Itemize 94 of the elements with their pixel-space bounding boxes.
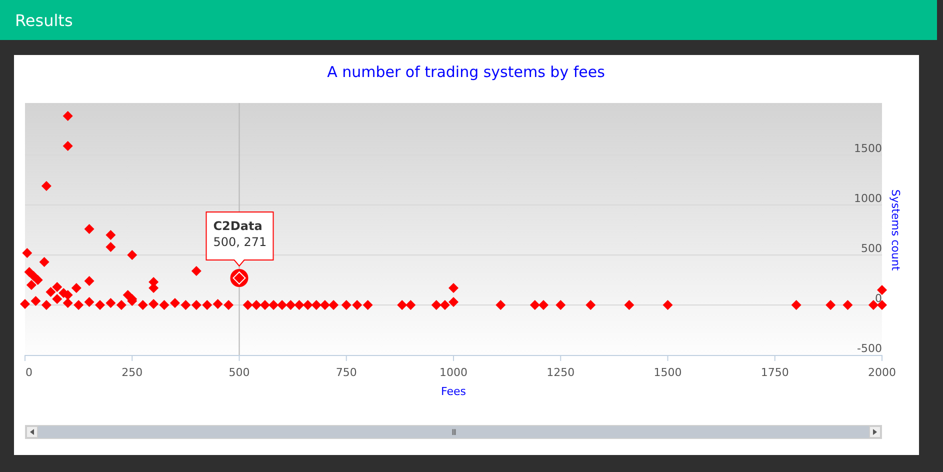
- data-point: [397, 300, 408, 310]
- data-point: [52, 282, 62, 292]
- data-point: [286, 300, 296, 310]
- data-point: [302, 300, 313, 310]
- data-point: [62, 141, 73, 151]
- data-point: [242, 300, 253, 310]
- data-point: [74, 300, 84, 310]
- data-point: [106, 242, 116, 252]
- data-point: [116, 300, 126, 310]
- scroll-grip[interactable]: III: [451, 428, 456, 436]
- data-point: [791, 300, 802, 310]
- data-point: [877, 285, 887, 295]
- x-tick-label: 250: [122, 366, 143, 379]
- y-tick-label: 1000: [854, 192, 882, 205]
- data-point: [496, 300, 506, 310]
- data-point: [826, 300, 836, 310]
- tooltip-value: 500, 271: [213, 235, 267, 249]
- data-point: [180, 300, 191, 310]
- data-point: [148, 283, 159, 293]
- data-point: [320, 300, 330, 310]
- data-point: [448, 297, 458, 307]
- data-point: [341, 300, 352, 310]
- x-tick-label: 500: [228, 366, 250, 379]
- data-point: [22, 248, 32, 258]
- x-tick-label: 1250: [546, 366, 575, 379]
- x-axis-title: Fees: [441, 385, 466, 398]
- chart-title: A number of trading systems by fees: [327, 63, 605, 81]
- data-point: [624, 300, 634, 310]
- data-point: [556, 300, 566, 310]
- data-point: [277, 300, 288, 310]
- data-point: [311, 300, 322, 310]
- data-point: [260, 300, 270, 310]
- x-tick-label: 750: [336, 366, 357, 379]
- scroll-right-icon[interactable]: [868, 426, 881, 438]
- data-point: [842, 300, 853, 310]
- data-point: [159, 300, 170, 310]
- data-point: [52, 294, 62, 304]
- data-point: [224, 300, 234, 310]
- y-tick-label: 0: [875, 292, 882, 305]
- data-point: [84, 297, 94, 307]
- x-tick-label: 1500: [654, 366, 682, 379]
- data-point: [39, 257, 50, 267]
- data-point: [406, 300, 416, 310]
- y-axis-title: Systems count: [889, 189, 902, 271]
- data-point: [538, 300, 548, 310]
- data-point: [191, 266, 202, 276]
- data-point: [41, 181, 52, 191]
- data-point: [71, 283, 82, 293]
- data-point: [251, 300, 262, 310]
- x-tick-label: 2000: [868, 366, 896, 379]
- data-point: [268, 300, 279, 310]
- data-point: [448, 283, 458, 293]
- data-point: [106, 230, 116, 240]
- data-point: [127, 250, 138, 260]
- data-point: [26, 280, 36, 290]
- tooltip-series: C2Data: [213, 219, 262, 233]
- x-tick-label: 0: [26, 366, 32, 379]
- data-point: [95, 300, 105, 310]
- data-point: [62, 111, 73, 121]
- horizontal-scrollbar[interactable]: III: [25, 425, 882, 439]
- data-point: [431, 300, 442, 310]
- data-point: [530, 300, 540, 310]
- data-point: [191, 300, 202, 310]
- y-tick-label: -500: [857, 342, 882, 355]
- tooltip: [206, 212, 274, 267]
- data-point: [84, 224, 94, 234]
- data-point: [30, 296, 41, 306]
- data-point: [46, 287, 56, 297]
- data-point: [138, 300, 148, 310]
- highlighted-point: [230, 269, 248, 287]
- data-point: [84, 276, 94, 286]
- x-tick-label: 1000: [440, 366, 468, 379]
- y-tick-label: 500: [861, 242, 882, 255]
- data-point: [440, 300, 450, 310]
- scroll-left-icon[interactable]: [26, 426, 38, 438]
- data-point: [328, 300, 339, 310]
- data-point: [148, 299, 159, 309]
- data-point: [294, 300, 304, 310]
- data-point: [32, 275, 43, 285]
- header-title: Results: [15, 10, 73, 30]
- data-point: [170, 298, 180, 308]
- y-tick-label: 1500: [854, 142, 882, 155]
- data-point: [352, 300, 362, 310]
- data-point: [20, 299, 30, 309]
- data-point: [202, 300, 212, 310]
- data-point: [586, 300, 596, 310]
- x-tick-label: 1750: [760, 366, 789, 379]
- data-point: [106, 298, 116, 308]
- data-point: [41, 300, 52, 310]
- data-point: [212, 299, 223, 309]
- data-point: [662, 300, 673, 310]
- data-point: [62, 298, 73, 308]
- data-point: [362, 300, 373, 310]
- data-point: [62, 290, 73, 300]
